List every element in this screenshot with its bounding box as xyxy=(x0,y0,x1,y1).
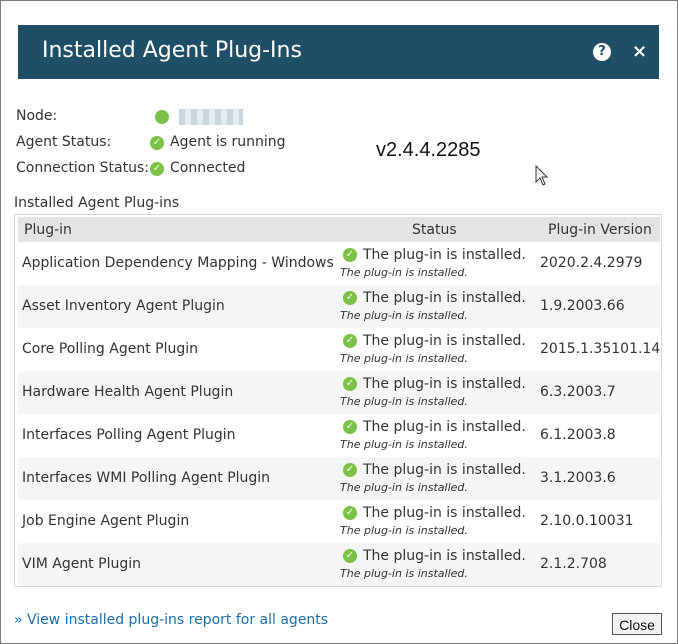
plugin-name: Interfaces WMI Polling Agent Plugin xyxy=(22,470,271,486)
plugin-status-detail: The plug-in is installed. xyxy=(340,352,468,365)
plugin-status: The plug-in is installed. xyxy=(363,376,526,392)
plugin-version: 6.3.2003.7 xyxy=(540,384,616,400)
dialog-title-bar: Installed Agent Plug-Ins ? × xyxy=(18,25,659,79)
table-row: Core Polling Agent Plugin ✓ The plug-in … xyxy=(18,328,660,371)
agent-version: v2.4.4.2285 xyxy=(376,139,481,161)
plugin-version: 2015.1.35101.14 xyxy=(540,341,661,357)
plugin-status: The plug-in is installed. xyxy=(363,247,526,263)
status-dot-icon xyxy=(155,110,169,124)
plugin-status: The plug-in is installed. xyxy=(363,333,526,349)
mouse-cursor-icon xyxy=(535,165,549,186)
plugin-status-detail: The plug-in is installed. xyxy=(340,438,468,451)
plugin-status: The plug-in is installed. xyxy=(363,505,526,521)
plugin-name: Asset Inventory Agent Plugin xyxy=(22,298,225,314)
check-circle-icon: ✓ xyxy=(343,549,357,563)
view-report-link[interactable]: » View installed plug-ins report for all… xyxy=(14,612,328,628)
section-label: Installed Agent Plug-ins xyxy=(14,195,180,211)
close-button[interactable]: Close xyxy=(612,613,662,635)
plugin-status-detail: The plug-in is installed. xyxy=(340,567,468,580)
plugin-name: Application Dependency Mapping - Windows xyxy=(22,255,334,271)
agent-status-value: Agent is running xyxy=(170,134,286,150)
plugins-table: Plug-in Status Plug-in Version Applicati… xyxy=(14,214,662,587)
column-header-plugin[interactable]: Plug-in xyxy=(24,222,72,238)
check-circle-icon: ✓ xyxy=(343,334,357,348)
plugin-name: Hardware Health Agent Plugin xyxy=(22,384,234,400)
table-row: Asset Inventory Agent Plugin ✓ The plug-… xyxy=(18,285,660,328)
plugin-status: The plug-in is installed. xyxy=(363,462,526,478)
plugin-status: The plug-in is installed. xyxy=(363,548,526,564)
table-row: Application Dependency Mapping - Windows… xyxy=(18,242,660,285)
check-circle-icon: ✓ xyxy=(343,506,357,520)
plugin-version: 1.9.2003.66 xyxy=(540,298,625,314)
plugin-status-detail: The plug-in is installed. xyxy=(340,309,468,322)
check-circle-icon: ✓ xyxy=(343,377,357,391)
plugin-version: 2.1.2.708 xyxy=(540,556,607,572)
plugin-status-detail: The plug-in is installed. xyxy=(340,266,468,279)
agent-status-label: Agent Status: xyxy=(16,134,112,150)
table-row: Job Engine Agent Plugin ✓ The plug-in is… xyxy=(18,500,660,543)
plugin-status: The plug-in is installed. xyxy=(363,419,526,435)
connection-status-value: Connected xyxy=(170,160,246,176)
node-name-redacted xyxy=(179,109,243,125)
help-icon[interactable]: ? xyxy=(593,43,611,61)
check-circle-icon: ✓ xyxy=(343,420,357,434)
check-circle-icon: ✓ xyxy=(343,248,357,262)
node-label: Node: xyxy=(16,108,58,124)
table-row: VIM Agent Plugin ✓ The plug-in is instal… xyxy=(18,543,660,586)
plugin-status-detail: The plug-in is installed. xyxy=(340,481,468,494)
dialog-window: Installed Agent Plug-Ins ? × Node: Agent… xyxy=(0,0,678,644)
plugin-name: Interfaces Polling Agent Plugin xyxy=(22,427,236,443)
plugin-version: 6.1.2003.8 xyxy=(540,427,616,443)
plugin-name: VIM Agent Plugin xyxy=(22,556,141,572)
plugin-name: Job Engine Agent Plugin xyxy=(22,513,190,529)
table-row: Interfaces WMI Polling Agent Plugin ✓ Th… xyxy=(18,457,660,500)
plugin-version: 3.1.2003.6 xyxy=(540,470,616,486)
table-row: Hardware Health Agent Plugin ✓ The plug-… xyxy=(18,371,660,414)
close-icon[interactable]: × xyxy=(632,41,647,63)
plugin-version: 2020.2.4.2979 xyxy=(540,255,643,271)
check-circle-icon: ✓ xyxy=(343,463,357,477)
plugin-version: 2.10.0.10031 xyxy=(540,513,634,529)
column-header-version[interactable]: Plug-in Version xyxy=(548,222,652,238)
check-circle-icon: ✓ xyxy=(343,291,357,305)
dialog-title: Installed Agent Plug-Ins xyxy=(42,38,302,63)
connection-status-label: Connection Status: xyxy=(16,160,149,176)
column-header-status[interactable]: Status xyxy=(412,222,457,238)
plugin-status: The plug-in is installed. xyxy=(363,290,526,306)
table-row: Interfaces Polling Agent Plugin ✓ The pl… xyxy=(18,414,660,457)
plugin-name: Core Polling Agent Plugin xyxy=(22,341,198,357)
plugin-status-detail: The plug-in is installed. xyxy=(340,395,468,408)
table-header: Plug-in Status Plug-in Version xyxy=(18,217,660,242)
plugin-status-detail: The plug-in is installed. xyxy=(340,524,468,537)
check-circle-icon: ✓ xyxy=(150,136,164,150)
check-circle-icon: ✓ xyxy=(150,162,164,176)
